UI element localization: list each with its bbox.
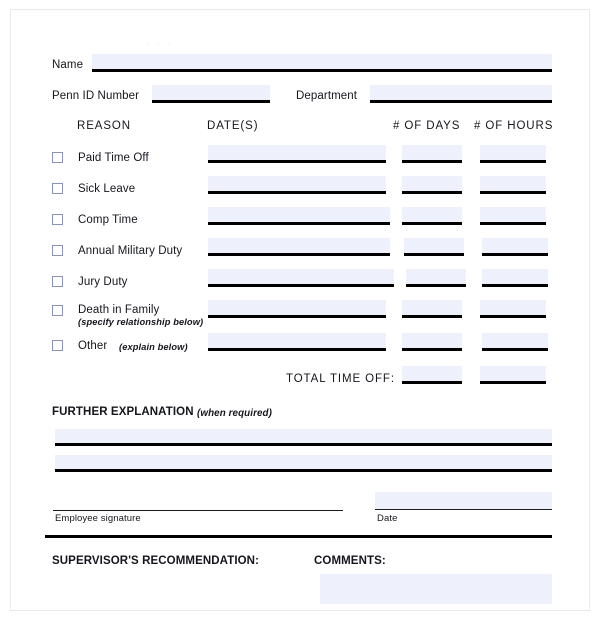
comments-label: COMMENTS: <box>314 555 386 567</box>
hours-input-row-2[interactable] <box>480 176 546 194</box>
supervisor-recommendation-label: SUPERVISOR'S RECOMMENDATION: <box>52 555 260 567</box>
scan-artifact: . . . <box>146 36 174 46</box>
days-input-row-2[interactable] <box>402 176 462 194</box>
date-label: Date <box>377 513 398 524</box>
reason-label-paid-time-off: Paid Time Off <box>78 152 149 164</box>
employee-signature-line[interactable] <box>53 510 343 511</box>
dates-input-row-6[interactable] <box>208 300 386 318</box>
days-input-row-5[interactable] <box>406 269 466 287</box>
time-off-request-form: . . . Name Penn ID Number Department REA… <box>0 0 600 620</box>
checkbox-paid-time-off[interactable] <box>52 152 63 163</box>
column-header-dates: DATE(S) <box>207 120 259 132</box>
checkbox-sick-leave[interactable] <box>52 183 63 194</box>
checkbox-jury-duty[interactable] <box>52 276 63 287</box>
section-divider <box>45 535 552 538</box>
department-input[interactable] <box>370 85 552 103</box>
hours-input-row-5[interactable] <box>482 269 548 287</box>
dates-input-row-1[interactable] <box>208 145 386 163</box>
hours-input-row-3[interactable] <box>480 207 546 225</box>
days-input-row-3[interactable] <box>402 207 462 225</box>
reason-label-comp-time: Comp Time <box>78 214 138 226</box>
dates-input-row-7[interactable] <box>208 333 386 351</box>
checkbox-other[interactable] <box>52 340 63 351</box>
days-input-row-7[interactable] <box>402 333 462 351</box>
checkbox-annual-military-duty[interactable] <box>52 245 63 256</box>
comments-input[interactable] <box>320 574 552 604</box>
further-explanation-heading: FURTHER EXPLANATION <box>52 406 194 418</box>
hours-input-row-4[interactable] <box>482 238 548 256</box>
dates-input-row-2[interactable] <box>208 176 386 194</box>
reason-label-jury-duty: Jury Duty <box>78 276 128 288</box>
explanation-line-2[interactable] <box>55 455 552 472</box>
checkbox-death-in-family[interactable] <box>52 305 63 316</box>
total-time-off-label: TOTAL TIME OFF: <box>286 373 395 385</box>
total-days-input[interactable] <box>402 366 462 384</box>
reason-label-sick-leave: Sick Leave <box>78 183 136 195</box>
penn-id-input[interactable] <box>152 85 270 103</box>
penn-id-label: Penn ID Number <box>52 90 140 102</box>
reason-note-death-in-family: (specify relationship below) <box>78 317 204 327</box>
reason-label-other: Other <box>78 340 108 352</box>
hours-input-row-1[interactable] <box>480 145 546 163</box>
column-header-days: # OF DAYS <box>393 120 461 132</box>
reason-label-death-in-family: Death in Family <box>78 304 160 316</box>
page-canvas: . . . Name Penn ID Number Department REA… <box>0 0 600 620</box>
dates-input-row-4[interactable] <box>208 238 390 256</box>
column-header-reason: REASON <box>77 120 131 132</box>
reason-label-annual-military-duty: Annual Military Duty <box>78 245 183 257</box>
column-header-hours: # OF HOURS <box>474 120 554 132</box>
dates-input-row-5[interactable] <box>208 269 394 287</box>
further-explanation-note: (when required) <box>197 408 272 419</box>
name-input[interactable] <box>92 54 552 72</box>
hours-input-row-7[interactable] <box>482 333 548 351</box>
days-input-row-6[interactable] <box>402 300 462 318</box>
date-input[interactable] <box>375 492 552 510</box>
dates-input-row-3[interactable] <box>208 207 390 225</box>
checkbox-comp-time[interactable] <box>52 214 63 225</box>
hours-input-row-6[interactable] <box>480 300 546 318</box>
department-label: Department <box>296 90 358 102</box>
employee-signature-label: Employee signature <box>55 513 141 524</box>
days-input-row-1[interactable] <box>402 145 462 163</box>
days-input-row-4[interactable] <box>404 238 464 256</box>
name-label: Name <box>52 59 84 71</box>
explanation-line-1[interactable] <box>55 429 552 446</box>
reason-note-other: (explain below) <box>119 342 188 352</box>
total-hours-input[interactable] <box>480 366 546 384</box>
